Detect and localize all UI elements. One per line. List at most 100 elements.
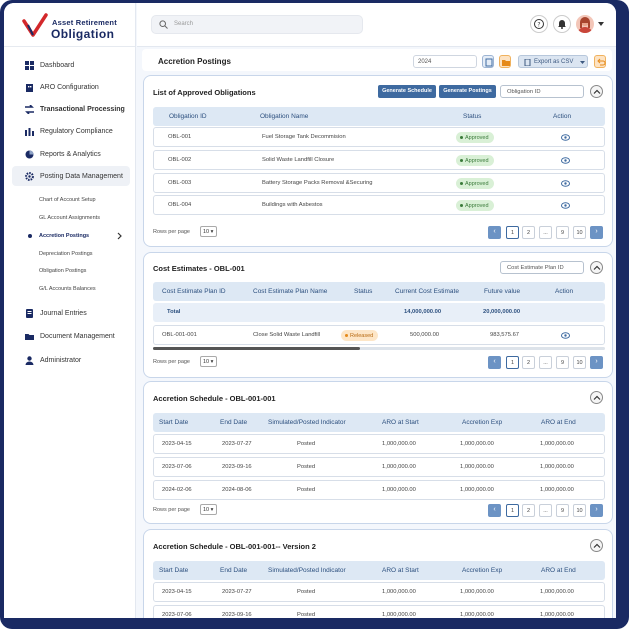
table-row[interactable]: 2023-04-15 2023-07-27 Posted 1,000,000.0… <box>153 434 605 454</box>
avatar[interactable] <box>576 15 594 33</box>
document-button[interactable] <box>482 55 494 68</box>
obligation-name: Battery Storage Packs Removal &Securing <box>262 180 373 186</box>
next-page-button[interactable]: › <box>590 356 603 369</box>
sidebar-item-transactional-processing[interactable]: Transactional Processing <box>4 99 132 119</box>
bell-icon <box>558 20 566 29</box>
search-icon <box>159 20 168 29</box>
page-button[interactable]: 9 <box>556 226 569 239</box>
help-button[interactable]: ? <box>530 15 548 33</box>
table-row[interactable]: 2024-02-06 2024-08-06 Posted 1,000,000.0… <box>153 480 605 500</box>
obligation-id: OBL-004 <box>168 202 192 208</box>
page-button[interactable]: 2 <box>522 504 535 517</box>
folder-button[interactable] <box>499 55 511 68</box>
table-row[interactable]: OBL-001-001 Close Solid Waste Landfill R… <box>153 325 605 345</box>
table-row[interactable]: OBL-002 Solid Waste Landfill Closure App… <box>153 150 605 170</box>
subnav-gl-accounts-balances[interactable]: G/L Accounts Balances <box>39 286 96 292</box>
obligation-name: Buildings with Asbestos <box>262 202 323 208</box>
collapse-button[interactable] <box>590 539 603 552</box>
page-button[interactable]: 2 <box>522 356 535 369</box>
rows-per-page-select[interactable]: 10 ▾ <box>200 504 217 515</box>
eye-icon[interactable] <box>561 156 570 165</box>
sidebar-item-dashboard[interactable]: Dashboard <box>4 55 132 75</box>
prev-page-button[interactable]: ‹ <box>488 504 501 517</box>
sidebar-item-journal-entries[interactable]: Journal Entries <box>4 303 132 323</box>
aro-start: 1,000,000.00 <box>382 487 416 493</box>
page-button[interactable]: 2 <box>522 226 535 239</box>
undo-button[interactable] <box>594 55 606 68</box>
eye-icon[interactable] <box>561 133 570 142</box>
subnav-chart-of-account-setup[interactable]: Chart of Account Setup <box>39 197 96 203</box>
sidebar-item-reports-analytics[interactable]: Reports & Analytics <box>4 144 132 164</box>
page-button[interactable]: 1 <box>506 356 519 369</box>
building-icon <box>26 83 33 92</box>
collapse-button[interactable] <box>590 391 603 404</box>
export-csv-button[interactable]: Export as CSV <box>518 55 588 68</box>
table-row[interactable]: OBL-003 Battery Storage Packs Removal &S… <box>153 173 605 193</box>
page-button[interactable]: 10 <box>573 226 586 239</box>
notifications-button[interactable] <box>553 15 571 33</box>
generate-postings-button[interactable]: Generate Postings <box>439 85 496 98</box>
subnav-gl-account-assignments[interactable]: GL Account Assignments <box>39 215 100 221</box>
rows-per-page-label: Rows per page <box>153 507 190 513</box>
page-title: Accretion Postings <box>158 57 231 66</box>
sidebar-item-administrator[interactable]: Administrator <box>4 350 132 370</box>
page-button[interactable]: 1 <box>506 226 519 239</box>
year-select[interactable]: 2024 <box>413 55 477 68</box>
start-date: 2024-02-06 <box>162 487 192 493</box>
search-input[interactable]: Search <box>151 15 363 34</box>
subnav-obligation-postings[interactable]: Obligation Postings <box>39 268 86 274</box>
scrollbar-thumb[interactable] <box>153 347 360 350</box>
accretion-exp: 1,000,000.00 <box>460 487 494 493</box>
generate-schedule-button[interactable]: Generate Schedule <box>378 85 436 98</box>
end-date: 2023-09-16 <box>222 464 252 470</box>
sidebar-item-regulatory-compliance[interactable]: Regulatory Compliance <box>4 121 132 141</box>
page-ellipsis: ... <box>539 356 552 369</box>
table-row[interactable]: 2023-07-06 2023-09-16 Posted 1,000,000.0… <box>153 605 605 618</box>
table-row[interactable]: 2023-04-15 2023-07-27 Posted 1,000,000.0… <box>153 582 605 602</box>
cost-estimate-plan-id-filter[interactable]: Cost Estimate Plan ID <box>500 261 584 274</box>
page-ellipsis: ... <box>539 504 552 517</box>
aro-start: 1,000,000.00 <box>382 612 416 618</box>
subnav-accretion-postings[interactable]: Accretion Postings <box>39 233 89 239</box>
table-row[interactable]: OBL-001 Fuel Storage Tank Decommision Ap… <box>153 127 605 147</box>
sidebar-item-document-management[interactable]: Document Management <box>4 326 132 346</box>
subnav-depreciation-postings[interactable]: Depreciation Postings <box>39 251 93 257</box>
sidebar: Asset Retirement Obligation Dashboard AR… <box>4 3 136 618</box>
page-button[interactable]: 9 <box>556 356 569 369</box>
current-cost-estimate: 500,000.00 <box>410 332 440 338</box>
page-button[interactable]: 9 <box>556 504 569 517</box>
sidebar-item-label: Transactional Processing <box>40 105 125 113</box>
window-frame: Asset Retirement Obligation Dashboard AR… <box>0 0 629 629</box>
eye-icon[interactable] <box>561 331 570 340</box>
help-icon: ? <box>534 19 544 29</box>
column-header: ARO at Start <box>382 419 419 426</box>
collapse-button[interactable] <box>590 85 603 98</box>
page-button[interactable]: 10 <box>573 504 586 517</box>
indicator: Posted <box>297 441 316 447</box>
chevron-up-icon <box>593 265 601 270</box>
eye-icon[interactable] <box>561 179 570 188</box>
aro-start: 1,000,000.00 <box>382 464 416 470</box>
eye-icon[interactable] <box>561 201 570 210</box>
sidebar-item-aro-configuration[interactable]: ARO Configuration <box>4 77 132 97</box>
page-button[interactable]: 1 <box>506 504 519 517</box>
next-page-button[interactable]: › <box>590 504 603 517</box>
table-row[interactable]: OBL-004 Buildings with Asbestos Approved <box>153 195 605 215</box>
chevron-down-icon <box>580 61 585 64</box>
rows-per-page-select[interactable]: 10 ▾ <box>200 226 217 237</box>
obligation-id-filter[interactable]: Obligation ID <box>500 85 584 98</box>
prev-page-button[interactable]: ‹ <box>488 226 501 239</box>
aro-start: 1,000,000.00 <box>382 589 416 595</box>
sidebar-item-label: Dashboard <box>40 61 75 69</box>
table-row[interactable]: 2023-07-06 2023-09-16 Posted 1,000,000.0… <box>153 457 605 477</box>
rows-per-page-select[interactable]: 10 ▾ <box>200 356 217 367</box>
horizontal-scrollbar[interactable] <box>153 347 605 350</box>
prev-page-button[interactable]: ‹ <box>488 356 501 369</box>
page-header: Accretion Postings 2024 Export as CSV <box>142 49 612 71</box>
collapse-button[interactable] <box>590 261 603 274</box>
next-page-button[interactable]: › <box>590 226 603 239</box>
sidebar-item-posting-data-management[interactable]: Posting Data Management <box>12 166 130 186</box>
chevron-down-icon[interactable] <box>598 22 604 26</box>
folder-open-icon <box>502 60 510 66</box>
page-button[interactable]: 10 <box>573 356 586 369</box>
